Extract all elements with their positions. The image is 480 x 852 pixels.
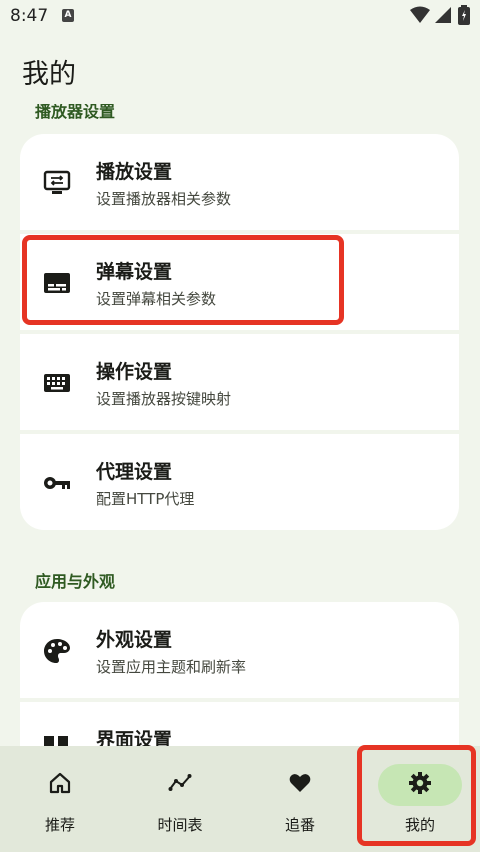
notification-icon: A: [62, 9, 74, 22]
palette-icon: [44, 639, 70, 663]
wifi-icon: [410, 6, 430, 23]
settings-item-title: 操作设置: [96, 361, 173, 383]
page-title: 我的: [22, 59, 76, 90]
section-label-player: 播放器设置: [35, 104, 116, 121]
nav-item-timeline[interactable]: 时间表: [120, 746, 240, 852]
nav-label: 追番: [284, 816, 315, 834]
settings-item-appearance[interactable]: 外观设置 设置应用主题和刷新率: [20, 602, 459, 698]
highlight-box-mine: [357, 745, 476, 846]
nav-label: 推荐: [44, 816, 75, 834]
nav-item-following[interactable]: 追番: [240, 746, 360, 852]
appearance-settings-card: 外观设置 设置应用主题和刷新率 界面设置: [20, 602, 459, 746]
settings-item-subtitle: 配置HTTP代理: [96, 490, 195, 508]
settings-item-title: 播放设置: [96, 161, 173, 183]
display-settings-icon: [43, 170, 71, 194]
home-icon: [49, 772, 71, 794]
settings-item-title: 界面设置: [96, 729, 173, 746]
settings-item-playback[interactable]: 播放设置 设置播放器相关参数: [20, 134, 459, 230]
settings-item-subtitle: 设置应用主题和刷新率: [96, 658, 247, 676]
settings-item-title: 代理设置: [96, 461, 173, 483]
keyboard-icon: [44, 374, 70, 392]
settings-item-interface[interactable]: 界面设置: [20, 702, 459, 746]
layout-icon-peek: [44, 736, 68, 746]
highlight-box-danmaku: [22, 235, 344, 325]
nav-item-recommend[interactable]: 推荐: [0, 746, 120, 852]
status-time: 8:47: [10, 6, 49, 26]
settings-item-title: 外观设置: [96, 629, 173, 651]
heart-icon: [289, 774, 311, 792]
battery-icon: [458, 5, 470, 25]
section-label-appearance: 应用与外观: [35, 572, 116, 591]
player-settings-card: 播放设置 设置播放器相关参数 弹幕设置 设置弹幕相关参数 操作设置 设置播放器按…: [20, 134, 459, 530]
signal-icon: [435, 7, 451, 23]
settings-scroll[interactable]: 播放器设置 播放设置 设置播放器相关参数 弹幕设置 设置弹幕相关参数 操作设置 …: [0, 104, 480, 746]
key-icon: [44, 477, 70, 489]
settings-item-controls[interactable]: 操作设置 设置播放器按键映射: [20, 334, 459, 430]
settings-item-subtitle: 设置播放器按键映射: [96, 390, 232, 408]
settings-item-proxy[interactable]: 代理设置 配置HTTP代理: [20, 434, 459, 530]
status-bar: 8:47 A: [0, 0, 480, 32]
timeline-icon: [168, 774, 192, 791]
settings-item-subtitle: 设置播放器相关参数: [96, 190, 232, 208]
nav-label: 时间表: [157, 816, 203, 834]
